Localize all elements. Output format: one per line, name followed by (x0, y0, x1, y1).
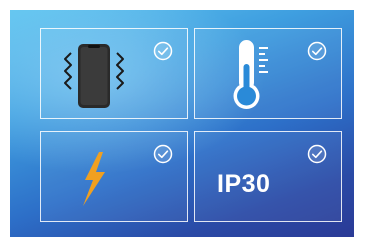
checkmark-icon (153, 144, 173, 164)
feature-tile-power (40, 131, 188, 222)
feature-panel: IP30 (10, 10, 354, 237)
thermometer-icon (233, 40, 268, 109)
checkmark-icon (153, 41, 173, 61)
feature-tile-vibration (40, 28, 188, 119)
vibrating-phone-icon (64, 44, 124, 108)
feature-tile-temperature (194, 28, 342, 119)
checkmark-icon (307, 144, 327, 164)
ip-rating-label: IP30 (217, 170, 271, 198)
feature-tile-ip-rating: IP30 (194, 131, 342, 222)
checkmark-icon (307, 41, 327, 61)
lightning-bolt-icon (83, 152, 105, 206)
